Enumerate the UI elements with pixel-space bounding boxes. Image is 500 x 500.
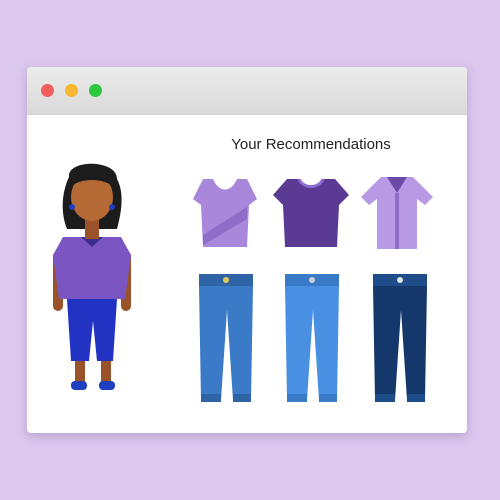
top-light-shirt-icon[interactable] xyxy=(357,173,437,253)
jeans-light-icon[interactable] xyxy=(277,270,347,410)
maximize-button[interactable] xyxy=(89,84,102,97)
window-titlebar xyxy=(27,67,467,115)
browser-window: Your Recommendations xyxy=(27,67,467,433)
top-dark-tee-icon[interactable] xyxy=(271,175,351,250)
close-button[interactable] xyxy=(41,84,54,97)
person-avatar xyxy=(47,159,137,404)
jeans-medium-icon[interactable] xyxy=(191,270,261,410)
recommendations-title: Your Recommendations xyxy=(231,136,391,153)
top-light-sash-icon[interactable] xyxy=(191,175,259,250)
jeans-dark-icon[interactable] xyxy=(365,270,435,410)
minimize-button[interactable] xyxy=(65,84,78,97)
